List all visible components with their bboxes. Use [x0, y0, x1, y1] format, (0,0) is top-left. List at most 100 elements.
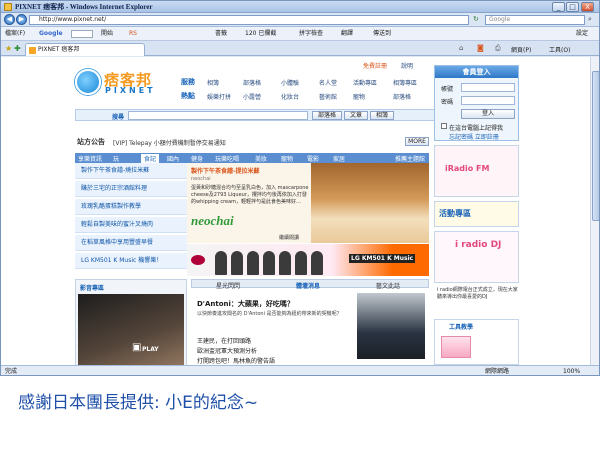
service-link-blog[interactable]: 部落格 — [243, 78, 261, 87]
service-link-hall[interactable]: 名人堂 — [319, 78, 337, 87]
toolbar-popup-blocked[interactable]: 120 已攔截 — [245, 29, 276, 38]
promo-brand: neochai — [191, 213, 234, 228]
page-scrollbar[interactable] — [590, 57, 599, 365]
search-icon[interactable]: ⌕ — [588, 15, 592, 24]
tab-domestic[interactable]: 國內 — [167, 154, 179, 163]
hot-link-camping[interactable]: 小露營 — [243, 92, 261, 101]
search-input[interactable]: Google — [485, 15, 585, 25]
announce-text[interactable]: [VIP] Telepay 小額付費機制暫停交易通知 — [113, 138, 226, 147]
news-tab-stars[interactable]: 星光閃閃 — [216, 281, 240, 290]
tab-food[interactable]: 食記 — [141, 154, 160, 163]
service-link-album-zone[interactable]: 相簿專區 — [393, 78, 417, 87]
maximize-button[interactable]: □ — [566, 2, 579, 12]
help-link[interactable]: 說明 — [401, 61, 413, 70]
toolbar-spellcheck[interactable]: 拼字檢查 — [299, 29, 323, 38]
logo-english[interactable]: PIXNET — [105, 86, 156, 95]
tools-menu[interactable]: 工具(O) — [549, 45, 570, 54]
news-item[interactable]: 打開跨包吧！馬林魚的警告語 — [197, 356, 275, 365]
news-photo[interactable] — [357, 293, 425, 359]
refresh-icon[interactable]: ↻ — [473, 15, 479, 23]
service-link-experience[interactable]: 小體驗 — [281, 78, 299, 87]
video-thumbnail[interactable] — [78, 294, 184, 365]
home-icon[interactable]: ⌂ — [459, 44, 463, 52]
google-toolbar-logo[interactable]: Google — [39, 29, 63, 38]
tab-info[interactable]: 享樂資訊 — [78, 154, 102, 163]
url-input[interactable]: http://www.pixnet.net/ — [29, 15, 469, 25]
add-favorites-icon[interactable]: ✚ — [14, 44, 21, 53]
radio-caption[interactable]: i radio網際電台正式成立，現在大家聽來導出你最喜愛的DJ — [437, 287, 519, 301]
hot-link-blog[interactable]: 部落格 — [393, 92, 411, 101]
toolbar-send-to[interactable]: 傳送到 — [373, 29, 391, 38]
print-icon[interactable]: ⎙ — [495, 44, 501, 53]
list-item[interactable]: LG KM501 K Music 機響樂！ — [75, 253, 187, 269]
service-link-album[interactable]: 相簿 — [207, 78, 219, 87]
search-album-button[interactable]: 相簿 — [370, 111, 394, 120]
remember-checkbox[interactable] — [441, 123, 447, 129]
feeds-icon[interactable]: ◙ — [477, 44, 484, 52]
list-item[interactable]: 賺於三宅的正宗酒館料理 — [75, 181, 187, 197]
toolbar-bookmarks[interactable]: 書籤 — [215, 29, 227, 38]
favorites-star-icon[interactable]: ★ — [5, 44, 12, 53]
news-tabs: 星光閃閃 體壇消息 藝文此話 — [191, 279, 429, 290]
hot-link-art[interactable]: 藝術館 — [319, 92, 337, 101]
hot-link-entertainment[interactable]: 娛樂打拼 — [207, 92, 231, 101]
tab-movies[interactable]: 電影 — [307, 154, 319, 163]
pixnet-logo-icon[interactable] — [75, 69, 101, 95]
tab-home[interactable]: 家居 — [333, 154, 345, 163]
scrollbar-thumb[interactable] — [592, 71, 599, 221]
promo-more-link[interactable]: 繼續閱讀 — [279, 234, 299, 241]
toolbar-settings[interactable]: 設定 — [576, 29, 588, 38]
login-button[interactable]: 登入 — [461, 109, 515, 119]
back-icon[interactable]: ◀ — [4, 14, 15, 25]
list-item[interactable]: 輕鬆自製美味的蜜汁叉燒肉 — [75, 217, 187, 233]
toolbar-translate[interactable]: 翻譯 — [341, 29, 353, 38]
list-item[interactable]: 製作下午茶食譜-燒拉米蘇 — [75, 163, 187, 179]
register-link[interactable]: 免費註冊 — [363, 61, 387, 70]
tab-fitness[interactable]: 健身 — [191, 154, 203, 163]
news-item[interactable]: 歐洲盃冠軍大預測分析 — [197, 346, 257, 355]
news-headline[interactable]: D'Antoni：大蘋果，好吃嗎？ — [197, 299, 294, 309]
tab-pets[interactable]: 寵物 — [281, 154, 293, 163]
hot-link-makeup[interactable]: 化妝台 — [281, 92, 299, 101]
site-search-input[interactable] — [128, 111, 308, 120]
service-link-events[interactable]: 活動專區 — [353, 78, 377, 87]
news-tab-arts[interactable]: 藝文此話 — [376, 281, 400, 290]
tab-play[interactable]: 玩 — [113, 154, 119, 163]
play-label[interactable]: PLAY — [142, 346, 159, 353]
news-item[interactable]: 王建民，在打回頭路 — [197, 336, 251, 345]
iradio-dj-banner[interactable]: i radio DJ — [434, 231, 519, 283]
list-item[interactable]: 在稻草風格中享用豐盛早餐 — [75, 235, 187, 251]
iradio-fm-banner[interactable]: iRadio FM — [434, 145, 519, 197]
account-input[interactable] — [461, 83, 515, 92]
close-button[interactable]: X — [581, 2, 594, 12]
lg-ad-banner[interactable]: LG KM501 K Music — [187, 244, 429, 276]
search-blog-button[interactable]: 部落格 — [312, 111, 342, 120]
promo-title[interactable]: 製作下午茶食譜-提拉米蘇 — [191, 166, 260, 175]
status-bar: 完成 網際網路 100% — [1, 365, 599, 375]
tool-thumbnail[interactable] — [441, 336, 471, 358]
announce-more-button[interactable]: MORE — [405, 137, 429, 146]
forgot-register-link[interactable]: 忘記密碼 立即註冊 — [449, 132, 499, 141]
event-zone-banner[interactable]: 活動專區 — [434, 201, 519, 227]
news-tab-sports[interactable]: 體壇消息 — [296, 281, 320, 290]
search-article-button[interactable]: 文章 — [344, 111, 368, 120]
toolbar-start[interactable]: 開始 — [101, 29, 113, 38]
tab-featured[interactable]: 推薦主題館 — [395, 154, 425, 163]
google-toolbar-search[interactable] — [71, 30, 93, 38]
page-menu[interactable]: 網頁(P) — [511, 45, 531, 54]
tab-beauty[interactable]: 美妝 — [255, 154, 267, 163]
category-tabs: 享樂資訊 玩 食記 國內 健身 玩樂吃喝 美妝 寵物 電影 家居 推薦主題館 — [75, 153, 429, 163]
address-bar: ◀ ▶ http://www.pixnet.net/ ↻ Google ⌕ — [1, 13, 599, 27]
hot-link-pets[interactable]: 寵物 — [353, 92, 365, 101]
list-item[interactable]: 玫瑰乳酪蛋糕製作教學 — [75, 199, 187, 215]
forward-icon[interactable]: ▶ — [16, 14, 27, 25]
password-input[interactable] — [461, 96, 515, 105]
minimize-button[interactable]: _ — [552, 2, 565, 12]
toolbar-rss[interactable]: RS — [129, 29, 137, 38]
tab-pixnet[interactable]: PIXNET 痞客邦 — [25, 43, 145, 56]
feature-promo[interactable]: 製作下午茶食譜-提拉米蘇 neochai 蛋黃和砂糖混合均勻至呈乳白色，加入 m… — [187, 163, 429, 243]
tab-fun[interactable]: 玩樂吃喝 — [215, 154, 239, 163]
zoom-level[interactable]: 100% — [563, 366, 580, 375]
promo-author[interactable]: neochai — [191, 176, 211, 182]
file-menu[interactable]: 檔案(F) — [5, 29, 25, 38]
